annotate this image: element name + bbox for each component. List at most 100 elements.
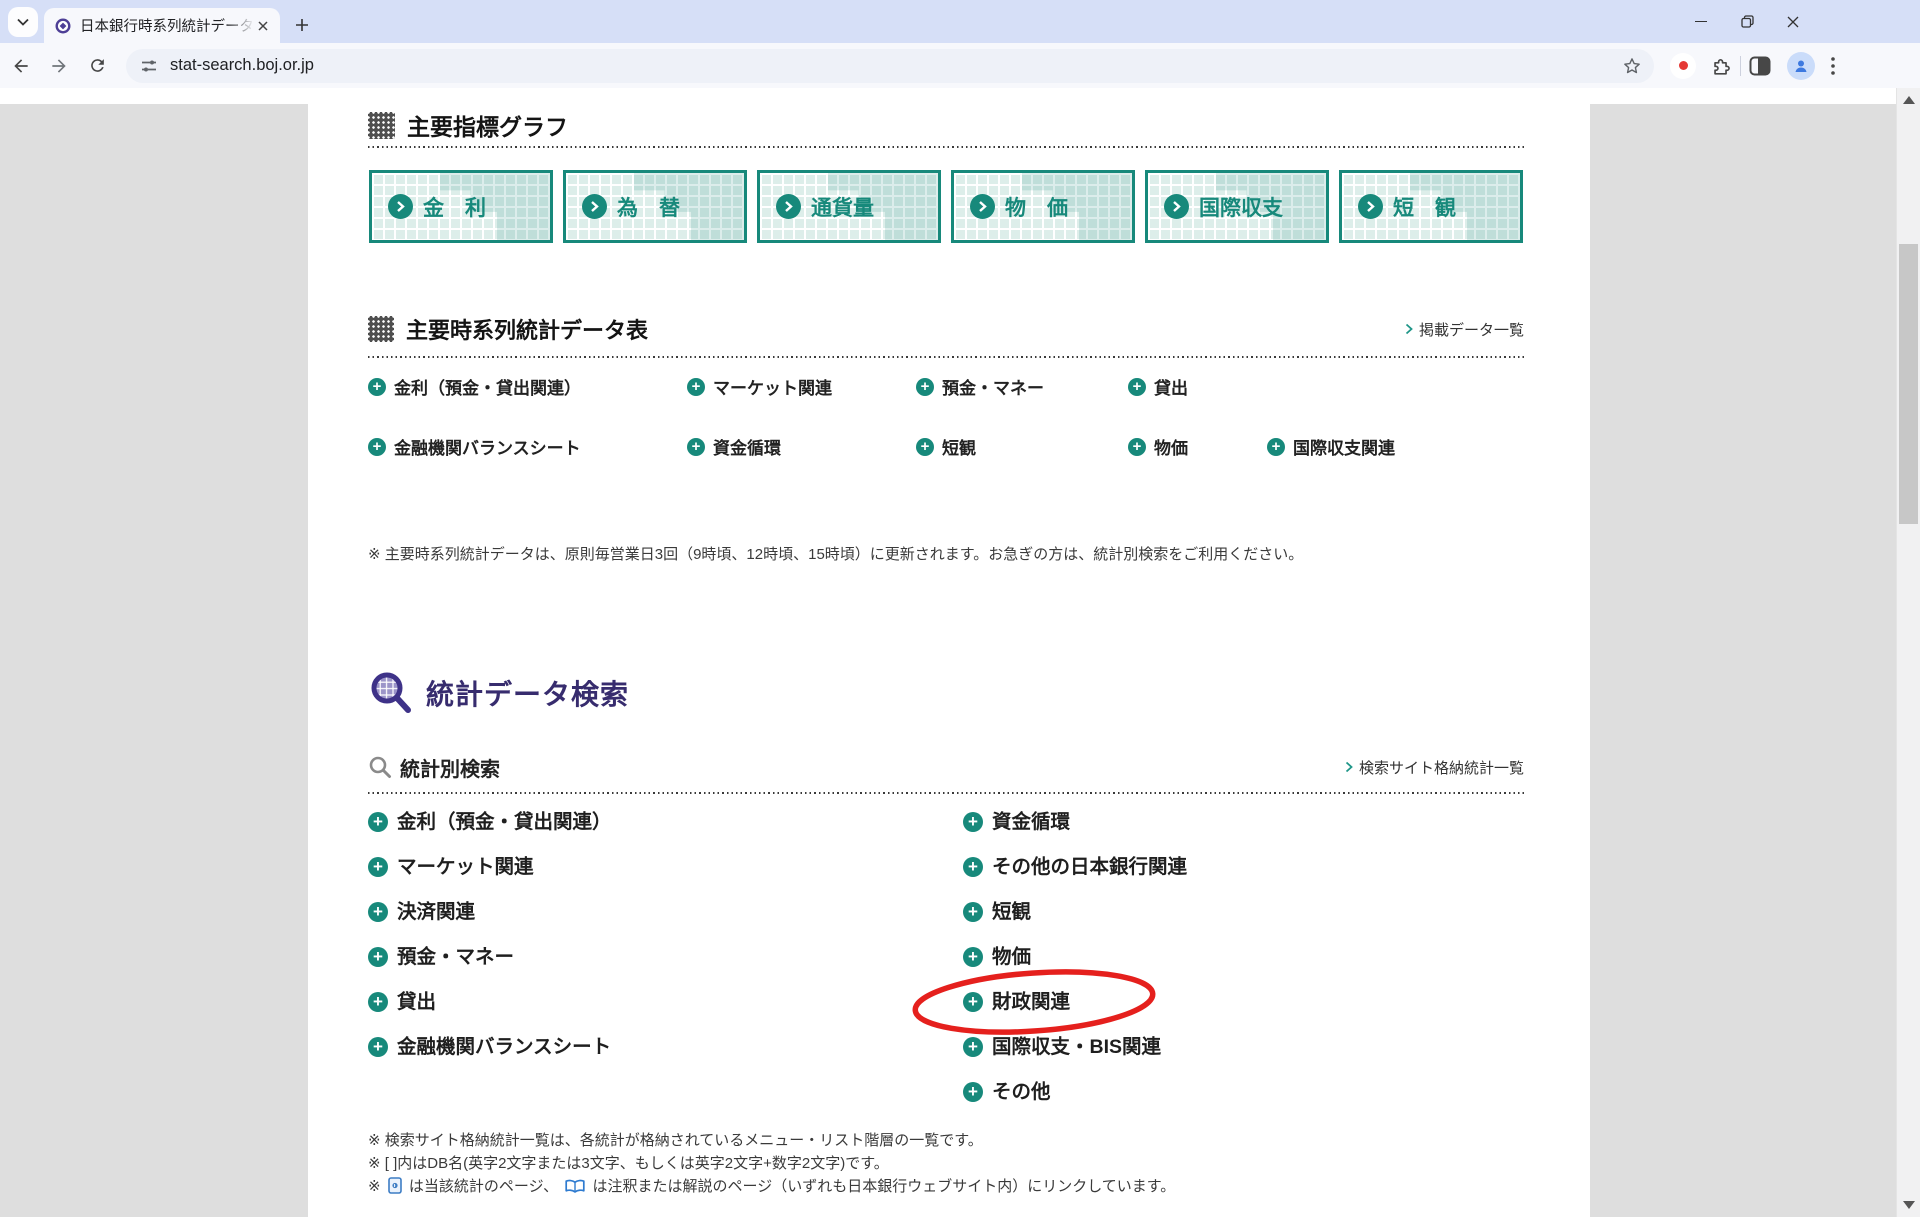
profile-avatar[interactable] [1787,52,1815,80]
category-link[interactable]: 国際収支・BIS関連 [963,1035,1187,1059]
ts-link[interactable]: 資金循環 [687,434,781,459]
recording-extension-icon[interactable] [1670,53,1696,79]
ts-link[interactable]: 短観 [916,434,976,459]
update-note: ※ 主要時系列統計データは、原則毎営業日3回（9時頃、12時頃、15時頃）に更新… [368,543,1303,564]
category-link-label: マーケット関連 [397,855,534,879]
ts-link-label: 国際収支関連 [1293,434,1395,459]
page-right-margin [1590,104,1896,1217]
document-page-icon [388,1177,402,1201]
category-link[interactable]: 金利（預金・貸出関連） [368,810,612,834]
category-link[interactable]: 金融機関バランスシート [368,1035,612,1059]
forward-button[interactable] [42,49,76,83]
category-link[interactable]: 短観 [963,900,1187,924]
browser-tab[interactable]: 日本銀行時系列統計データ検索サ [44,8,280,43]
page-viewport: 主要指標グラフ 金 利 為 替 通貨量 物 価 国際収支 [0,88,1920,1217]
bookmark-star-icon[interactable] [1622,56,1642,76]
reload-button[interactable] [80,49,114,83]
category-link[interactable]: 貸出 [368,990,612,1014]
category-link[interactable]: その他の日本銀行関連 [963,855,1187,879]
minimize-button[interactable] [1678,0,1724,43]
category-link[interactable]: その他 [963,1080,1187,1104]
ts-link-label: 金利（預金・貸出関連） [394,374,581,399]
ts-link-label: 短観 [942,434,976,459]
restore-button[interactable] [1724,0,1770,43]
ts-link-label: 貸出 [1154,374,1188,399]
url-text[interactable]: stat-search.boj.or.jp [170,56,1622,75]
scrollbar-thumb[interactable] [1899,244,1918,524]
circle-arrow-icon [970,194,995,219]
footnote-line: ※ は当該統計のページ、 は注釈または解説のページ（いずれも日本銀行ウェブサイト… [368,1175,1175,1201]
ts-link[interactable]: 物価 [1128,434,1188,459]
tab-close-icon[interactable] [254,17,272,35]
graph-button-label: 為 替 [617,192,680,222]
plus-icon [687,378,705,396]
grid-icon [368,316,394,342]
ts-link[interactable]: 預金・マネー [916,374,1044,399]
footnotes: ※ 検索サイト格納統計一覧は、各統計が格納されているメニュー・リスト階層の一覧で… [368,1129,1175,1201]
graph-button-interest[interactable]: 金 利 [369,170,553,243]
graph-button-tankan[interactable]: 短 観 [1339,170,1523,243]
url-bar[interactable]: stat-search.boj.or.jp [126,49,1654,83]
category-link[interactable]: マーケット関連 [368,855,612,879]
tab-search-button[interactable] [8,7,38,37]
category-link-label: 貸出 [397,990,436,1014]
graph-button-money-stock[interactable]: 通貨量 [757,170,941,243]
ts-link[interactable]: 金利（預金・貸出関連） [368,374,581,399]
plus-icon [916,438,934,456]
data-list-link[interactable]: 掲載データ一覧 [1405,319,1524,340]
site-settings-icon[interactable] [140,57,158,75]
circle-arrow-icon [1358,194,1383,219]
graph-button-bop[interactable]: 国際収支 [1145,170,1329,243]
window-controls [1678,0,1816,43]
graph-button-label: 短 観 [1393,192,1456,222]
graph-button-prices[interactable]: 物 価 [951,170,1135,243]
ts-link[interactable]: 国際収支関連 [1267,434,1395,459]
scroll-up-arrow-icon[interactable] [1903,96,1915,104]
extensions-puzzle-icon[interactable] [1710,55,1732,77]
category-link-label: 金利（預金・貸出関連） [397,810,612,834]
ts-link[interactable]: 貸出 [1128,374,1188,399]
category-link-label: 物価 [992,945,1031,969]
kebab-menu-icon[interactable] [1831,57,1835,75]
stored-stats-list-link[interactable]: 検索サイト格納統計一覧 [1345,757,1524,778]
search-section-title: 統計データ検索 [426,673,629,713]
plus-icon [963,902,983,922]
graph-button-label: 国際収支 [1199,192,1283,222]
circle-arrow-icon [1164,194,1189,219]
circle-arrow-icon [388,194,413,219]
category-link[interactable]: 預金・マネー [368,945,612,969]
category-link-label: 預金・マネー [397,945,514,969]
plus-icon [963,992,983,1012]
circle-arrow-icon [776,194,801,219]
ts-link-label: 金融機関バランスシート [394,434,581,459]
scroll-down-arrow-icon[interactable] [1903,1201,1915,1209]
browser-toolbar: stat-search.boj.or.jp [0,43,1920,89]
ts-link-label: 資金循環 [713,434,781,459]
side-panel-icon[interactable] [1749,56,1771,76]
category-link[interactable]: 資金循環 [963,810,1187,834]
plus-icon [1267,438,1285,456]
back-button[interactable] [4,49,38,83]
plus-icon [368,438,386,456]
ts-link[interactable]: マーケット関連 [687,374,832,399]
graph-section-title: 主要指標グラフ [407,108,568,142]
category-link[interactable]: 物価 [963,945,1187,969]
category-link-fiscal-highlighted[interactable]: 財政関連 [963,990,1187,1014]
new-tab-button[interactable] [290,13,314,37]
vertical-scrollbar[interactable] [1896,88,1920,1217]
footnote-line: ※ 検索サイト格納統計一覧は、各統計が格納されているメニュー・リスト階層の一覧で… [368,1129,1175,1152]
graph-button-label: 物 価 [1005,192,1068,222]
plus-icon [368,378,386,396]
category-link[interactable]: 決済関連 [368,900,612,924]
category-link-label: 国際収支・BIS関連 [992,1035,1161,1059]
plus-icon [368,857,388,877]
grid-icon [368,112,395,139]
ts-link[interactable]: 金融機関バランスシート [368,434,581,459]
plus-icon [916,378,934,396]
graph-button-exchange[interactable]: 為 替 [563,170,747,243]
stored-stats-list-link-label: 検索サイト格納統計一覧 [1359,757,1524,778]
close-window-button[interactable] [1770,0,1816,43]
category-link-label: 金融機関バランスシート [397,1035,611,1059]
plus-icon [963,1037,983,1057]
tables-links-row1: 金利（預金・貸出関連） マーケット関連 預金・マネー 貸出 [368,374,1524,398]
